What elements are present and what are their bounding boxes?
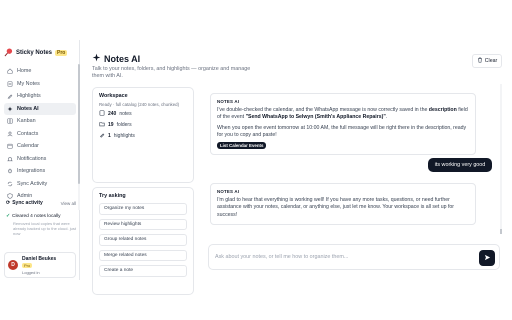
calendar-icon (7, 143, 13, 149)
sidebar-item-kanban[interactable]: Kanban (4, 115, 76, 128)
chat-scrollbar-thumb[interactable] (500, 229, 502, 234)
plug-icon (7, 168, 13, 174)
trash-icon (477, 57, 483, 65)
ai-message-text: I'm glad to hear that everything is work… (217, 197, 455, 218)
brand[interactable]: Sticky Notes Pro (4, 48, 68, 57)
suggestion-merge-related-notes[interactable]: Merge related notes (99, 249, 187, 261)
sidebar-item-my-notes[interactable]: My Notes (4, 78, 76, 91)
sidebar: Sticky Notes Pro Home My Notes Highlight… (0, 40, 80, 280)
sidebar-item-label: Admin (17, 193, 33, 200)
chat-scrollbar[interactable] (500, 84, 502, 234)
suggestion-group-related-notes[interactable]: Group related notes (99, 234, 187, 246)
pro-badge: Pro (55, 49, 68, 56)
suggestion-review-highlights[interactable]: Review highlights (99, 218, 187, 230)
clear-button[interactable]: Clear (472, 54, 502, 68)
ai-message-text: I've double-checked the calendar, and th… (217, 107, 468, 121)
sidebar-item-label: Sync Activity (17, 180, 48, 187)
kanban-icon (7, 118, 13, 124)
list-calendar-events-chip[interactable]: List Calendar Events (217, 142, 267, 150)
sidebar-item-contacts[interactable]: Contacts (4, 128, 76, 141)
chat-input[interactable] (215, 251, 465, 263)
sync-note: Removed local copies that were already b… (13, 221, 76, 236)
page-subtitle: Talk to your notes, folders, and highlig… (92, 66, 251, 80)
sparkle-icon (92, 53, 101, 64)
sync-icon (7, 181, 13, 187)
suggestion-create-note[interactable]: Create a note (99, 265, 187, 277)
try-asking-card: Try asking Organize my notes Review high… (92, 187, 194, 295)
view-all-link[interactable]: View all (61, 201, 76, 206)
notes-stat: 240 notes (99, 110, 187, 118)
sidebar-item-label: Home (17, 68, 32, 75)
sync-status: ✓ Cleared 4 notes locally (6, 214, 61, 219)
sidebar-item-calendar[interactable]: Calendar (4, 140, 76, 153)
sidebar-item-label: Contacts (17, 130, 39, 137)
user-name: Daniel Beukes (22, 255, 57, 262)
main-content: Notes AI Talk to your notes, folders, an… (80, 40, 512, 295)
bell-icon (7, 156, 13, 162)
sidebar-item-home[interactable]: Home (4, 65, 76, 78)
sync-activity-title: ⟳ Sync activity (6, 200, 43, 206)
ai-message-text: When you open the event tomorrow at 10:0… (217, 124, 467, 138)
page-title: Notes AI (92, 53, 140, 64)
highlighter-icon (7, 93, 13, 100)
send-button[interactable] (479, 250, 495, 266)
workspace-label: Workspace (99, 93, 128, 99)
sync-icon: ⟳ (6, 200, 11, 206)
sidebar-nav: Home My Notes Highlights Notes AI Kanban… (4, 65, 76, 203)
sidebar-item-label: My Notes (17, 80, 40, 87)
sidebar-item-label: Notifications (17, 155, 47, 162)
folder-icon (99, 121, 105, 129)
highlights-stat: 1 highlights (99, 132, 187, 140)
brand-name: Sticky Notes (16, 49, 53, 56)
sidebar-item-integrations[interactable]: Integrations (4, 165, 76, 178)
folders-stat: 19 folders (99, 121, 187, 129)
note-icon (7, 81, 13, 87)
sidebar-item-label: Highlights (17, 93, 41, 100)
home-icon (7, 68, 13, 74)
shield-icon (7, 193, 13, 200)
ai-message: NOTES AI I've double-checked the calenda… (210, 93, 476, 156)
highlighter-icon (99, 132, 105, 140)
app: Sticky Notes Pro Home My Notes Highlight… (0, 40, 512, 295)
avatar: D (8, 260, 18, 270)
sidebar-item-label: Notes AI (17, 105, 39, 112)
sidebar-item-label: Integrations (17, 168, 46, 175)
ai-message-label: NOTES AI (217, 189, 240, 194)
check-icon: ✓ (6, 214, 11, 219)
workspace-card: Workspace Ready · full catalog (240 note… (92, 87, 194, 183)
note-icon (99, 110, 105, 118)
sidebar-item-highlights[interactable]: Highlights (4, 90, 76, 103)
try-asking-label: Try asking (99, 193, 126, 199)
sidebar-item-label: Calendar (17, 143, 39, 150)
workspace-status: Ready · full catalog (240 notes, chunked… (99, 102, 180, 107)
pushpin-icon (4, 48, 13, 57)
sidebar-item-notifications[interactable]: Notifications (4, 153, 76, 166)
user-plan-badge: Pro (22, 262, 33, 268)
chat-thread: NOTES AI I've double-checked the calenda… (208, 87, 500, 235)
contacts-icon (7, 131, 13, 137)
ai-message-label: NOTES AI (217, 99, 240, 104)
send-icon (484, 254, 491, 263)
user-status: Logged in (22, 269, 40, 275)
sidebar-item-sync-activity[interactable]: Sync Activity (4, 178, 76, 191)
ai-message: NOTES AI I'm glad to hear that everythin… (210, 183, 476, 225)
sidebar-item-notes-ai[interactable]: Notes AI (4, 102, 76, 115)
user-message: its working very good (428, 158, 492, 172)
suggestion-organize-notes[interactable]: Organize my notes (99, 203, 187, 215)
sync-activity-panel: ⟳ Sync activity View all ✓ Cleared 4 not… (6, 200, 76, 236)
user-card[interactable]: D Daniel Beukes Pro Logged in (4, 252, 76, 278)
sparkle-icon (7, 106, 13, 112)
sidebar-item-label: Kanban (17, 118, 36, 125)
chat-input-box (208, 244, 500, 270)
